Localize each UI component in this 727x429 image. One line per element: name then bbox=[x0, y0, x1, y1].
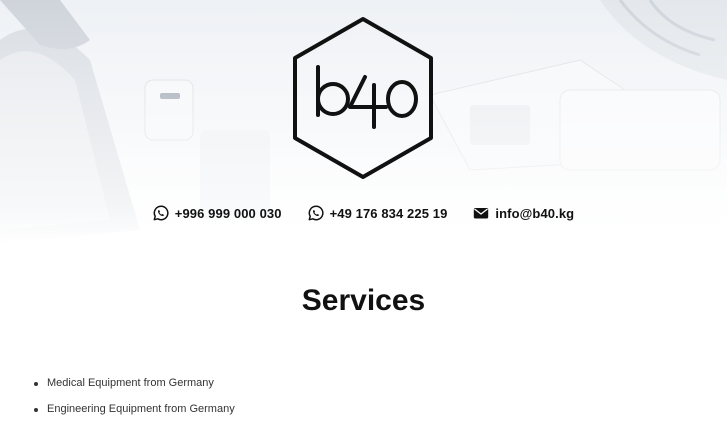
email-address: info@b40.kg bbox=[495, 205, 575, 221]
b40-logo[interactable] bbox=[290, 15, 436, 181]
whatsapp-icon bbox=[153, 205, 169, 221]
services-title: Services bbox=[301, 284, 426, 317]
service-item: Medical Equipment from Germany bbox=[34, 377, 235, 389]
phone-contact-2[interactable]: +49 176 834 225 19 bbox=[308, 205, 448, 221]
email-contact[interactable]: info@b40.kg bbox=[473, 205, 574, 221]
contact-bar: +996 999 000 030 +49 176 834 225 19 info… bbox=[0, 203, 727, 223]
phone-number: +996 999 000 030 bbox=[174, 205, 282, 221]
services-list: Medical Equipment from Germany Engineeri… bbox=[34, 377, 235, 429]
service-item: Engineering Equipment from Germany bbox=[34, 403, 235, 415]
hero-banner: +996 999 000 030 +49 176 834 225 19 info… bbox=[0, 0, 727, 243]
whatsapp-icon bbox=[308, 205, 324, 221]
phone-contact-1[interactable]: +996 999 000 030 bbox=[153, 205, 282, 221]
phone-number: +49 176 834 225 19 bbox=[329, 205, 448, 221]
envelope-icon bbox=[474, 208, 489, 219]
